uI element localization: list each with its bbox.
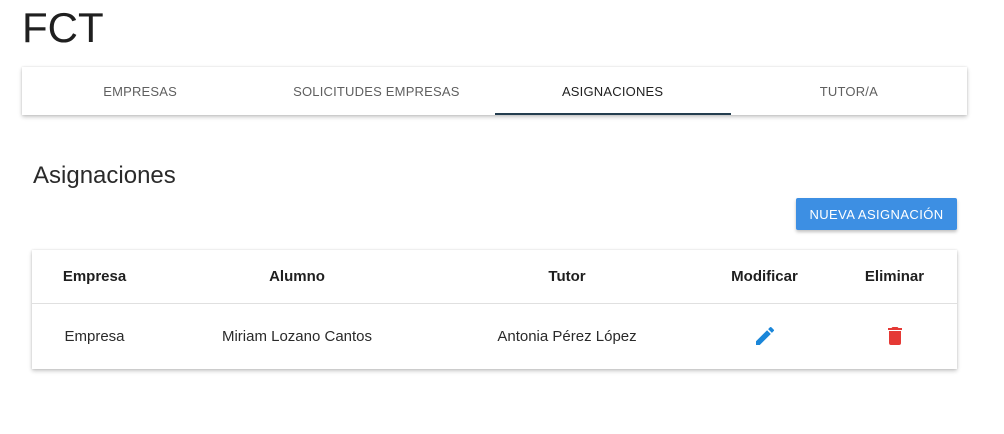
cell-alumno: Miriam Lozano Cantos [221,327,373,345]
tab-empresas[interactable]: EMPRESAS [22,67,258,115]
header-tutor: Tutor [437,250,697,304]
cell-empresa: Empresa [64,327,125,345]
header-empresa: Empresa [32,250,157,304]
assignments-table-card: Empresa Alumno Tutor Modificar Eliminar … [32,250,957,369]
assignments-table: Empresa Alumno Tutor Modificar Eliminar … [32,250,957,369]
trash-icon[interactable] [879,320,911,352]
section-title: Asignaciones [33,162,176,189]
table-header-row: Empresa Alumno Tutor Modificar Eliminar [32,250,957,304]
tab-bar: EMPRESAS SOLICITUDES EMPRESAS ASIGNACION… [22,67,967,115]
header-alumno: Alumno [157,250,437,304]
table-row: Empresa Miriam Lozano Cantos Antonia Pér… [32,303,957,369]
pencil-icon[interactable] [749,320,781,352]
cell-eliminar [832,303,957,369]
tab-tutor[interactable]: TUTOR/A [731,67,967,115]
header-modificar: Modificar [697,250,832,304]
new-assignment-button[interactable]: NUEVA ASIGNACIÓN [796,198,957,230]
cell-modificar [697,303,832,369]
tab-asignaciones[interactable]: ASIGNACIONES [494,67,732,115]
app-title: FCT [22,4,104,51]
cell-tutor: Antonia Pérez López [497,327,637,345]
tab-solicitudes-empresas[interactable]: SOLICITUDES EMPRESAS [258,67,494,115]
header-eliminar: Eliminar [832,250,957,304]
